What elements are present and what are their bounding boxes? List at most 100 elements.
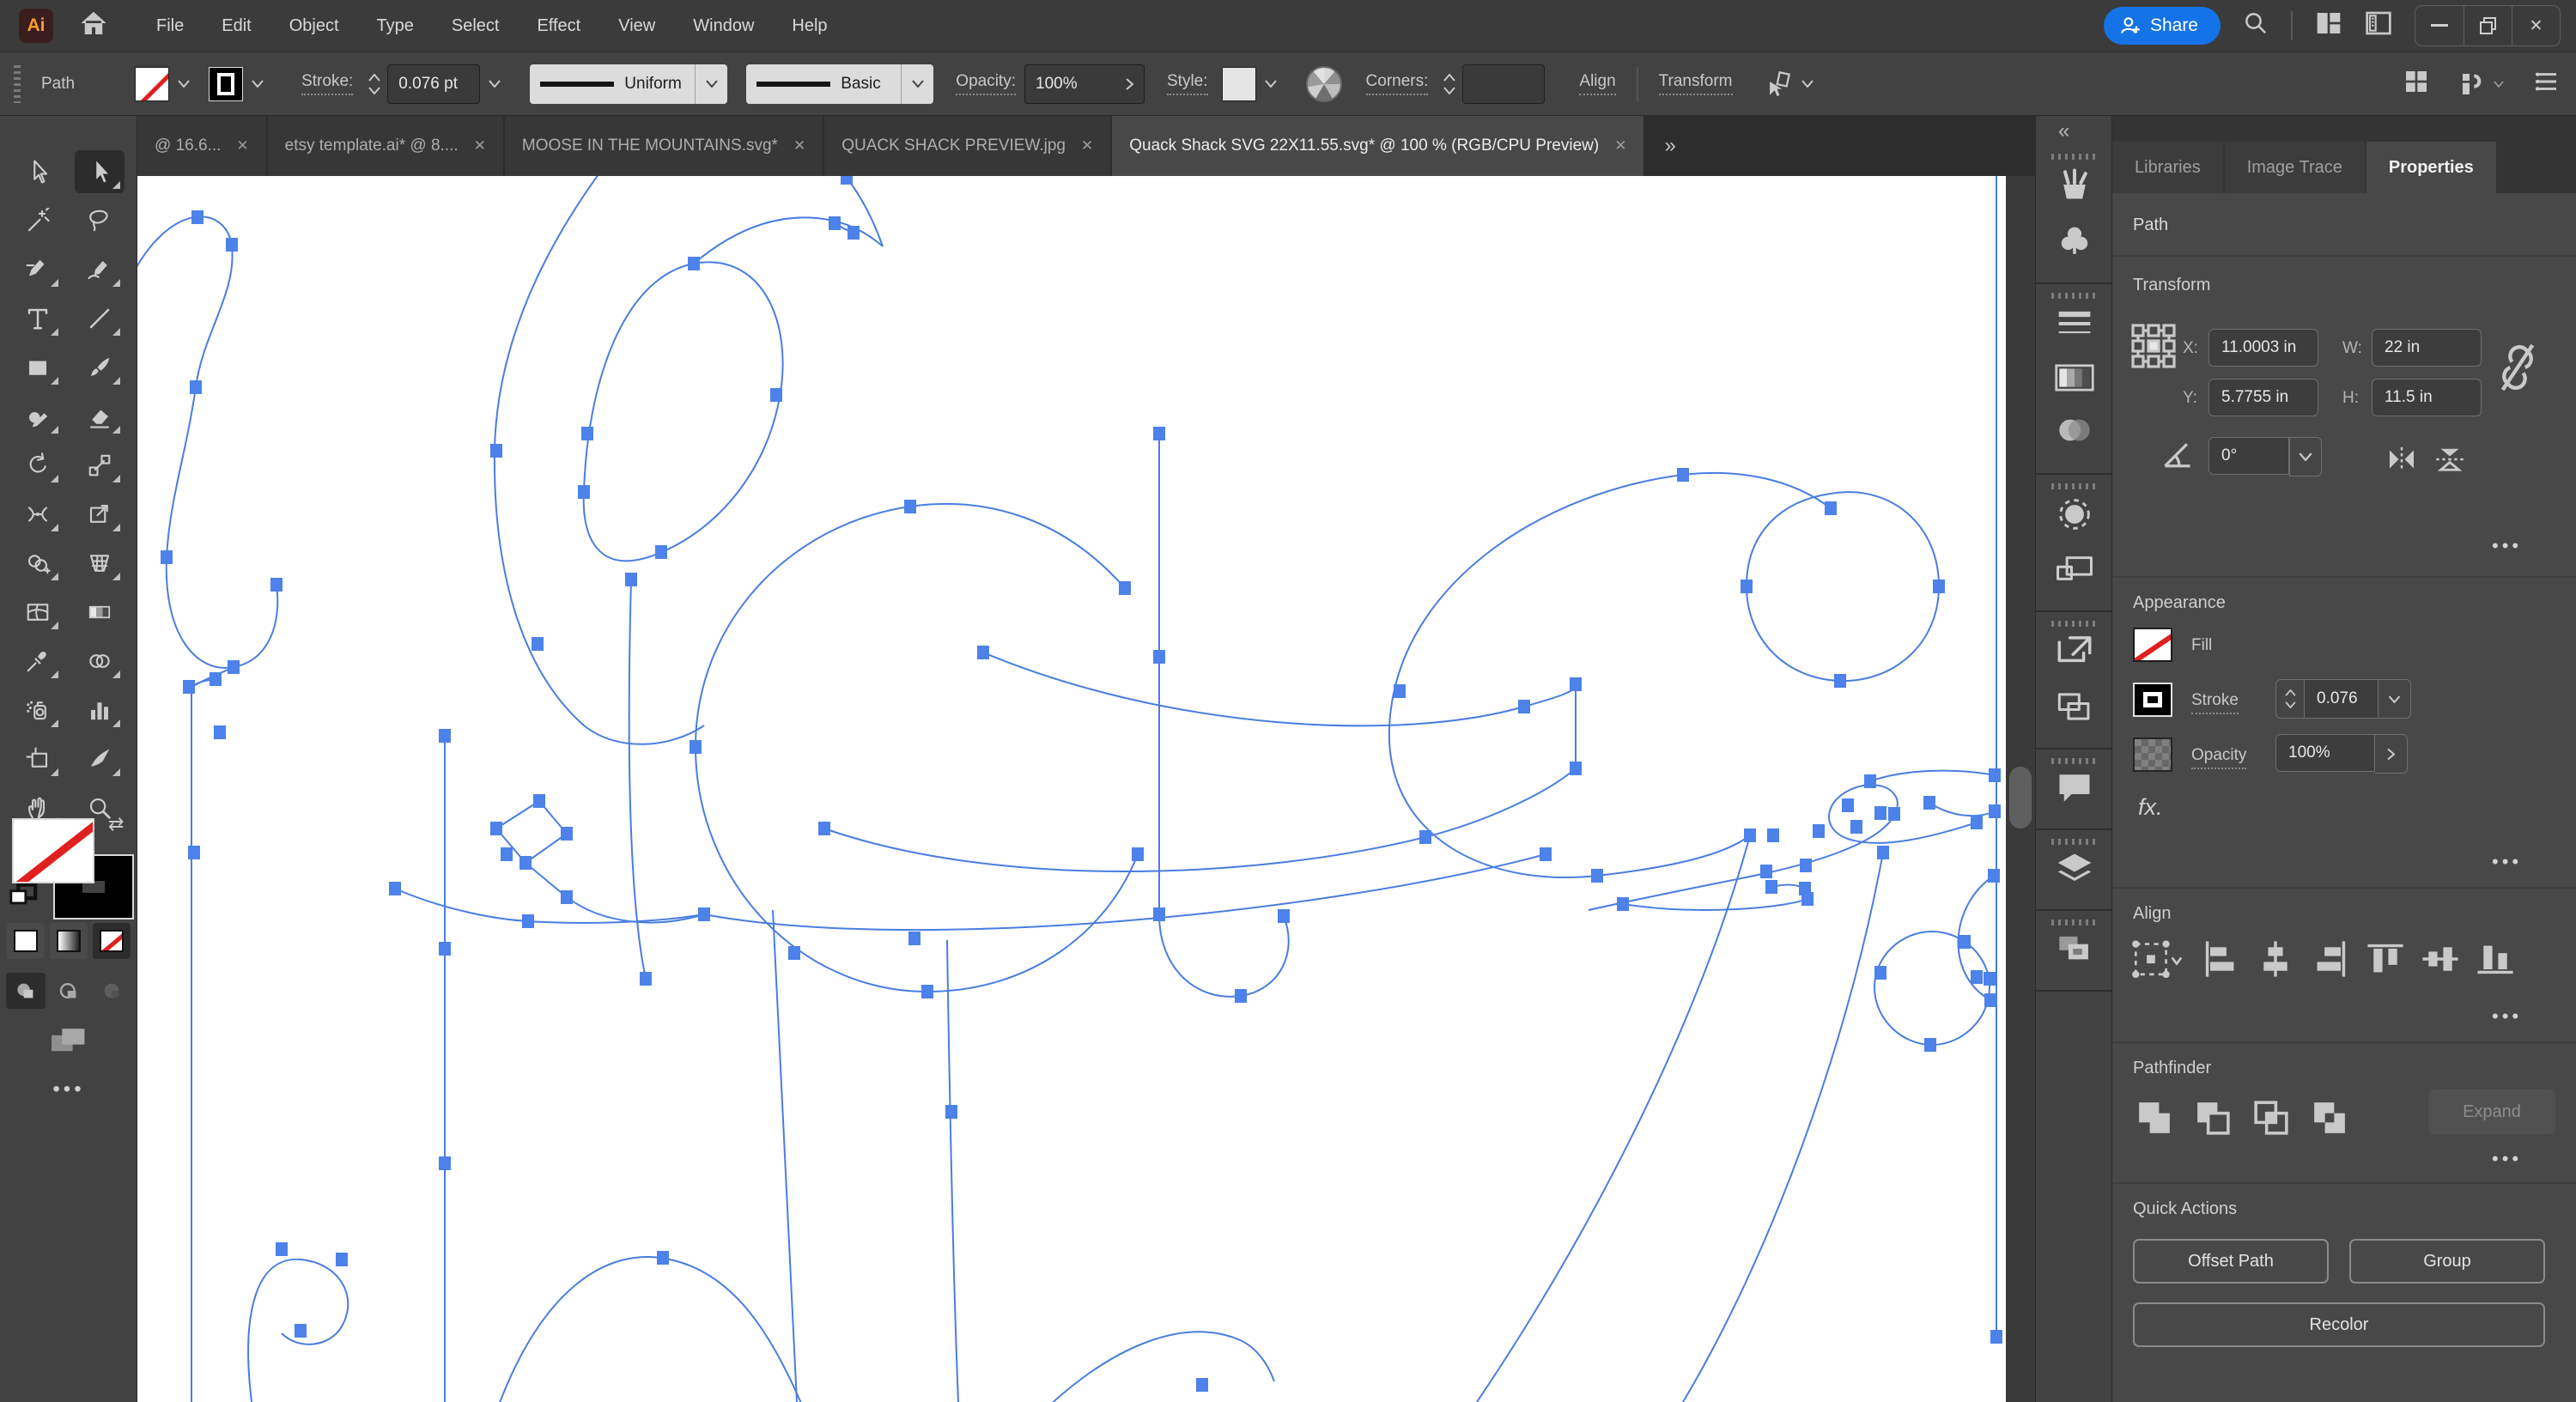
width-tool[interactable]	[13, 493, 63, 536]
gradient-panel-icon[interactable]	[2036, 363, 2113, 392]
comments-panel-icon[interactable]	[2036, 770, 2113, 806]
flip-vertical-icon[interactable]	[2432, 444, 2468, 475]
menu-file[interactable]: File	[141, 11, 199, 41]
column-graph-tool[interactable]	[75, 689, 125, 731]
stroke-swatch[interactable]	[2133, 683, 2172, 717]
select-similar-control[interactable]	[1764, 70, 1814, 99]
default-fill-stroke-icon[interactable]	[9, 882, 38, 907]
pen-tool[interactable]	[13, 248, 63, 291]
gradient-button[interactable]	[50, 923, 88, 959]
align-top-icon[interactable]	[2365, 938, 2406, 980]
stroke-weight-dropdown[interactable]	[480, 67, 509, 101]
close-icon[interactable]: ✕	[793, 137, 805, 155]
document-tab-3[interactable]: MOOSE IN THE MOUNTAINS.svg* ✕	[504, 116, 823, 176]
menu-window[interactable]: Window	[677, 11, 769, 41]
perspective-grid-tool[interactable]	[75, 542, 125, 585]
opacity-swatch[interactable]	[2133, 737, 2172, 772]
h-input[interactable]: 11.5 in	[2372, 379, 2482, 416]
stroke-weight-chevron[interactable]	[2379, 679, 2411, 719]
stroke-stepper[interactable]	[361, 73, 387, 94]
dock-grip[interactable]	[2051, 154, 2098, 160]
opacity-options-chevron[interactable]	[2375, 734, 2408, 774]
magic-wand-tool[interactable]	[13, 199, 63, 242]
transparency-panel-icon[interactable]	[2036, 415, 2113, 446]
draw-inside-button[interactable]	[92, 973, 131, 1009]
shape-builder-tool[interactable]	[13, 542, 63, 585]
stroke-label[interactable]: Stroke	[2191, 691, 2239, 714]
fill-label[interactable]: Fill	[2191, 636, 2212, 655]
menu-type[interactable]: Type	[361, 11, 429, 41]
corners-label[interactable]: Corners:	[1365, 72, 1429, 95]
effects-button[interactable]: fx.	[2138, 794, 2163, 821]
dock-grip[interactable]	[2051, 293, 2098, 299]
free-transform-tool[interactable]	[75, 493, 125, 536]
constrain-proportions-icon[interactable]	[2495, 337, 2540, 398]
menu-help[interactable]: Help	[776, 11, 842, 41]
reference-point-icon[interactable]	[2131, 324, 2176, 368]
close-icon[interactable]: ✕	[236, 137, 248, 155]
dock-grip[interactable]	[2051, 839, 2098, 845]
pathfinder-intersect-icon[interactable]	[2250, 1096, 2293, 1139]
asset-export-panel-icon[interactable]	[2036, 689, 2113, 724]
corners-input[interactable]	[1462, 64, 1546, 104]
appearance-more-options[interactable]: •••	[2492, 851, 2522, 873]
edit-toolbar-button[interactable]: •••	[0, 1077, 137, 1102]
group-button[interactable]: Group	[2349, 1239, 2545, 1284]
home-icon[interactable]	[79, 10, 108, 41]
canvas-svg[interactable]	[137, 176, 2006, 1402]
stroke-weight-stepper[interactable]	[2275, 679, 2305, 719]
blend-tool[interactable]	[75, 640, 125, 683]
panel-grip[interactable]	[14, 64, 21, 103]
slice-tool[interactable]	[75, 737, 125, 780]
shaper-tool[interactable]	[13, 395, 63, 438]
pathfinder-exclude-icon[interactable]	[2308, 1096, 2351, 1139]
menu-edit[interactable]: Edit	[206, 11, 266, 41]
brush-definition-dropdown[interactable]: Basic	[746, 64, 934, 104]
mesh-tool[interactable]	[13, 591, 63, 634]
rectangle-tool[interactable]	[13, 346, 63, 389]
expand-panels-icon[interactable]: «	[2058, 119, 2069, 143]
dock-grip[interactable]	[2051, 919, 2098, 926]
pathfinder-unite-icon[interactable]	[2133, 1096, 2176, 1139]
search-icon[interactable]	[2243, 10, 2269, 41]
chevron-down-icon[interactable]	[243, 67, 272, 101]
stroke-panel-icon[interactable]	[2036, 306, 2113, 341]
width-profile-dropdown[interactable]: Uniform	[530, 64, 728, 104]
stroke-weight-input[interactable]: 0.076 pt	[387, 64, 481, 104]
screen-mode-icon[interactable]	[0, 1024, 137, 1057]
close-icon[interactable]: ✕	[1614, 137, 1626, 155]
w-input[interactable]: 22 in	[2372, 329, 2482, 367]
tab-image-trace[interactable]: Image Trace	[2224, 142, 2365, 193]
document-tab-1[interactable]: @ 16.6... ✕	[137, 116, 266, 176]
stroke-color-control[interactable]	[209, 66, 272, 101]
type-tool[interactable]	[13, 297, 63, 340]
brushes-panel-icon[interactable]	[2036, 166, 2113, 203]
swap-fill-stroke-icon[interactable]: ⇄	[108, 813, 124, 835]
eyedropper-tool[interactable]	[13, 640, 63, 683]
options-menu-icon[interactable]	[2533, 71, 2559, 97]
restore-button[interactable]	[2464, 6, 2512, 46]
draw-normal-button[interactable]	[6, 973, 46, 1009]
dock-grip[interactable]	[2051, 621, 2098, 627]
layers-panel-icon[interactable]	[2036, 851, 2113, 887]
opacity-label[interactable]: Opacity:	[956, 72, 1016, 95]
rotation-input[interactable]: 0°	[2208, 437, 2289, 475]
expand-button[interactable]: Expand	[2428, 1089, 2555, 1134]
fill-swatch[interactable]	[2133, 628, 2172, 662]
direct-selection-tool[interactable]	[13, 150, 63, 193]
fill-proxy-swatch[interactable]	[12, 818, 94, 883]
selection-tool[interactable]	[75, 150, 125, 193]
tab-properties[interactable]: Properties	[2366, 142, 2496, 193]
align-vertical-center-icon[interactable]	[2420, 938, 2461, 980]
paintbrush-tool[interactable]	[75, 346, 125, 389]
tab-overflow-icon[interactable]: »	[1645, 116, 1694, 176]
document-tab-2[interactable]: etsy template.ai* @ 8.... ✕	[267, 116, 503, 176]
align-left-icon[interactable]	[2200, 938, 2241, 980]
transform-more-options[interactable]: •••	[2492, 535, 2522, 557]
eraser-tool[interactable]	[75, 395, 125, 438]
x-input[interactable]: 11.0003 in	[2208, 329, 2318, 367]
offset-path-button[interactable]: Offset Path	[2133, 1239, 2329, 1284]
y-input[interactable]: 5.7755 in	[2208, 379, 2318, 416]
artboard-tool[interactable]	[13, 737, 63, 780]
workspace-switcher-icon[interactable]	[2365, 10, 2392, 41]
